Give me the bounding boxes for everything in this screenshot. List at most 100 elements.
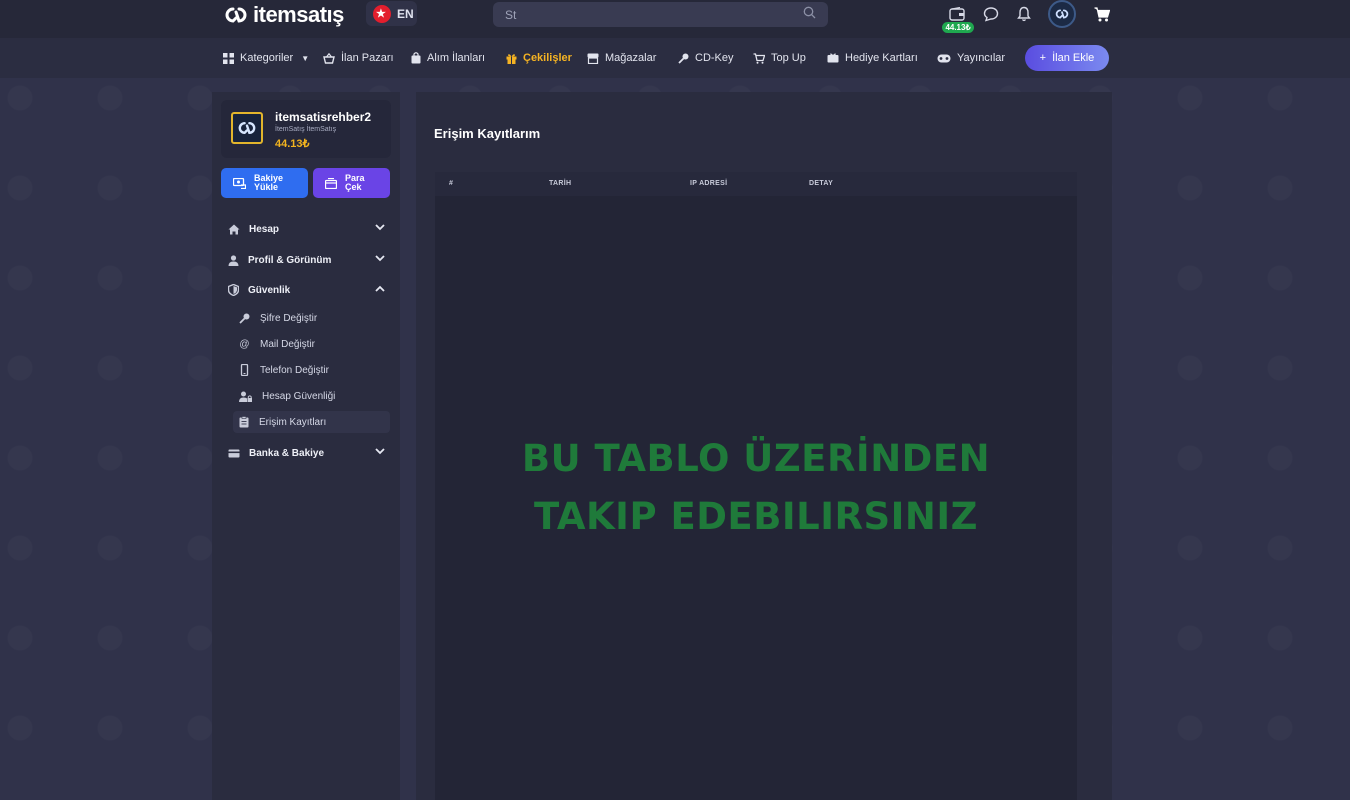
nav-label: Mağazalar — [605, 52, 657, 64]
caret-down-icon: ▼ — [301, 53, 310, 63]
chevron-down-icon — [375, 224, 385, 231]
sidebar-item-label: Şifre Değiştir — [260, 312, 318, 324]
sidebar-item-change-password[interactable]: Şifre Değiştir — [233, 307, 390, 329]
group-label: Banka & Bakiye — [249, 447, 325, 459]
nav-label: Kategoriler — [240, 52, 294, 64]
search-bar[interactable] — [493, 2, 828, 27]
nav-top-up[interactable]: Top Up — [753, 38, 806, 78]
profile-username: itemsatisrehber2 — [275, 110, 372, 124]
user-avatar[interactable] — [1048, 0, 1076, 28]
cart-icon — [753, 52, 765, 64]
key-icon — [239, 313, 250, 324]
profile-card[interactable]: itemsatisrehber2 İtemSatış İtemSatış 44.… — [221, 100, 391, 158]
table-header: # TARİH IP ADRESİ DETAY — [435, 172, 1077, 196]
nav-listing-market[interactable]: İlan Pazarı — [323, 38, 394, 78]
nav-categories[interactable]: Kategoriler ▼ — [223, 38, 309, 78]
column-header-index: # — [449, 180, 454, 187]
brand-logo[interactable]: itemsatış — [224, 2, 344, 27]
nav-label: İlan Pazarı — [341, 52, 394, 64]
user-lock-icon — [239, 391, 252, 402]
nav-label: CD-Key — [695, 52, 734, 64]
user-icon — [228, 254, 239, 266]
chevron-down-icon — [375, 255, 385, 262]
sidebar-item-label: Hesap Güvenliği — [262, 390, 336, 402]
sidebar-group-profile[interactable]: Profil & Görünüm — [221, 248, 391, 272]
mobile-phone-icon — [240, 364, 249, 376]
search-icon[interactable] — [803, 6, 816, 24]
sidebar-item-label: Mail Değiştir — [260, 338, 316, 350]
column-header-detail: DETAY — [809, 180, 834, 187]
withdraw-label: Para Çek — [345, 173, 365, 192]
nav-cd-key[interactable]: CD-Key — [678, 38, 734, 78]
sidebar-item-access-logs[interactable]: Erişim Kayıtları — [233, 411, 390, 433]
sidebar-group-bank-balance[interactable]: Banka & Bakiye — [221, 441, 391, 465]
nav-label: Alım İlanları — [427, 52, 486, 64]
search-input[interactable] — [505, 7, 803, 22]
credit-card-icon — [228, 449, 240, 457]
language-label: EN — [397, 6, 414, 21]
wallet-balance-badge: 44.13₺ — [942, 22, 974, 33]
page-title: Erişim Kayıtlarım — [434, 126, 541, 141]
nav-purchase-listings[interactable]: Alım İlanları — [411, 38, 485, 78]
gamepad-icon — [937, 54, 951, 62]
nav-label: Çekilişler — [523, 52, 572, 64]
messages-icon[interactable] — [982, 5, 1000, 23]
overlay-line-1: BU TABLO ÜZERİNDEN — [521, 437, 991, 480]
basket-icon — [323, 52, 335, 64]
add-listing-label: İlan Ekle — [1052, 52, 1095, 64]
home-icon — [228, 224, 240, 234]
withdraw-icon — [325, 177, 337, 189]
account-sidebar: itemsatisrehber2 İtemSatış İtemSatış 44.… — [212, 92, 400, 800]
clipboard-icon — [239, 416, 249, 428]
nav-stores[interactable]: Mağazalar — [587, 38, 656, 78]
sidebar-item-change-mail[interactable]: @ Mail Değiştir — [233, 333, 390, 355]
add-listing-button[interactable]: + İlan Ekle — [1025, 45, 1109, 71]
nav-gift-cards[interactable]: Hediye Kartları — [827, 38, 918, 78]
sidebar-item-change-phone[interactable]: Telefon Değiştir — [233, 359, 390, 381]
nav-streamers[interactable]: Yayıncılar — [937, 38, 1005, 78]
store-icon — [587, 53, 599, 64]
group-label: Profil & Görünüm — [248, 254, 332, 266]
chevron-down-icon — [375, 448, 385, 455]
turkey-flag-icon — [373, 4, 391, 23]
sidebar-item-label: Telefon Değiştir — [260, 364, 329, 376]
gift-icon — [506, 53, 517, 64]
load-balance-button[interactable]: Bakiye Yükle — [221, 168, 308, 198]
money-load-icon — [233, 177, 246, 189]
profile-balance: 44.13₺ — [275, 138, 310, 150]
sidebar-group-account[interactable]: Hesap — [221, 217, 391, 241]
sidebar-item-account-security[interactable]: Hesap Güvenliği — [233, 385, 390, 407]
brand-name: itemsatış — [253, 2, 344, 27]
chevron-up-icon — [375, 285, 385, 292]
language-selector[interactable]: EN — [366, 1, 417, 26]
plus-icon: + — [1039, 52, 1047, 64]
link-logo-icon — [224, 3, 248, 27]
sidebar-item-label: Erişim Kayıtları — [259, 416, 327, 428]
nav-giveaways[interactable]: Çekilişler — [506, 38, 572, 78]
wallet-icon[interactable] — [948, 5, 966, 23]
sidebar-group-security[interactable]: Güvenlik — [221, 278, 391, 302]
shopping-cart-icon[interactable] — [1093, 5, 1111, 23]
notification-bell-icon[interactable] — [1015, 5, 1033, 23]
nav-label: Hediye Kartları — [845, 52, 918, 64]
giftcard-icon — [827, 53, 839, 63]
overlay-line-2: TAKIP EDEBILIRSINIZ — [534, 495, 978, 538]
access-logs-table: # TARİH IP ADRESİ DETAY BU TABLO ÜZERİND… — [435, 172, 1077, 800]
at-sign-icon: @ — [239, 338, 250, 350]
nav-label: Top Up — [771, 52, 806, 64]
top-bar: itemsatış EN 44.13₺ — [0, 0, 1350, 38]
annotation-overlay-text: BU TABLO ÜZERİNDEN TAKIP EDEBILIRSINIZ — [435, 430, 1077, 546]
nav-label: Yayıncılar — [957, 52, 1006, 64]
bag-icon — [411, 52, 421, 64]
withdraw-money-button[interactable]: Para Çek — [313, 168, 390, 198]
grid-icon — [223, 52, 234, 64]
load-balance-label: Bakiye Yükle — [254, 173, 284, 192]
key-icon — [678, 53, 689, 64]
column-header-date: TARİH — [549, 180, 572, 187]
profile-subtitle: İtemSatış İtemSatış — [275, 126, 337, 133]
shield-icon — [228, 284, 239, 296]
column-header-ip-address: IP ADRESİ — [690, 180, 728, 187]
profile-avatar — [231, 112, 263, 144]
main-navigation: Kategoriler ▼ İlan Pazarı Alım İlanları … — [0, 38, 1350, 78]
group-label: Güvenlik — [248, 284, 291, 296]
